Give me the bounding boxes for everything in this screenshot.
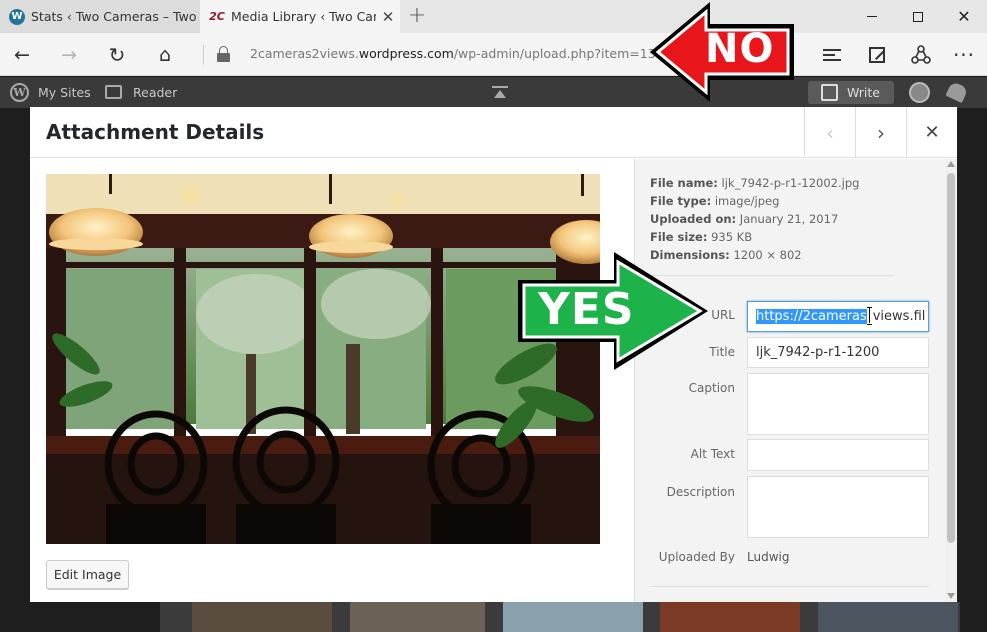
- address-toolbar: ← → ↻ ⌂ 2cameras2views.wordpress.com/wp-…: [0, 33, 987, 76]
- maximize-button[interactable]: [895, 0, 941, 33]
- url-remaining-text: views.fil: [872, 309, 926, 324]
- description-field[interactable]: [747, 476, 929, 538]
- edit-image-button[interactable]: Edit Image: [46, 560, 129, 589]
- address-divider: [203, 45, 204, 65]
- modal-title: Attachment Details: [46, 120, 265, 144]
- media-thumbnail[interactable]: [350, 602, 485, 632]
- media-thumbnail[interactable]: [818, 602, 958, 632]
- write-label: Write: [847, 85, 881, 100]
- no-callout-arrow: NO: [648, 0, 798, 104]
- alt-text-field[interactable]: [747, 439, 929, 471]
- lock-icon[interactable]: [217, 46, 230, 62]
- forward-button[interactable]: →: [52, 39, 86, 71]
- home-icon: ⌂: [158, 44, 172, 66]
- reader-icon[interactable]: [105, 85, 122, 99]
- media-thumbnail[interactable]: [503, 602, 643, 632]
- url-field[interactable]: https://2cameras views.fil: [747, 301, 929, 332]
- refresh-icon: ↻: [108, 43, 126, 67]
- address-url[interactable]: 2cameras2views.wordpress.com/wp-admin/up…: [250, 46, 672, 61]
- home-button[interactable]: ⌂: [148, 39, 182, 71]
- modal-header: Attachment Details ‹ › ✕: [30, 107, 957, 158]
- no-callout-text: NO: [705, 26, 775, 72]
- media-thumbnail[interactable]: [660, 602, 800, 632]
- alt-text-label: Alt Text: [690, 447, 735, 461]
- caption-field[interactable]: [747, 373, 929, 435]
- meta-file-size: File size: 935 KB: [650, 230, 753, 244]
- tab-close-icon[interactable]: ✕: [376, 8, 400, 26]
- more-icon: ···: [952, 43, 976, 67]
- tab-media-library[interactable]: 2C Media Library ‹ Two Cameras – Two Vie…: [200, 0, 400, 33]
- my-sites-link[interactable]: My Sites: [38, 85, 91, 100]
- notifications-icon[interactable]: [945, 80, 969, 104]
- back-arrow-icon: ←: [14, 44, 30, 66]
- yes-callout-text: YES: [538, 284, 635, 335]
- new-tab-button[interactable]: +: [404, 4, 430, 30]
- attachment-details-modal: Attachment Details ‹ › ✕ Edit Image File…: [30, 107, 957, 602]
- image-preview-area: Edit Image: [30, 159, 634, 602]
- wp-admin-bar: W My Sites Reader Write: [0, 77, 987, 108]
- caption-label: Caption: [688, 381, 735, 395]
- pencil-icon: [821, 84, 838, 101]
- scrollbar-thumb[interactable]: [947, 173, 955, 543]
- share-icon: [911, 45, 931, 64]
- details-scrollbar[interactable]: [945, 159, 957, 602]
- refresh-button[interactable]: ↻: [100, 39, 134, 71]
- tab-strip: W Stats ‹ Two Cameras – Two Views 2C Med…: [0, 0, 987, 33]
- scroll-up-icon[interactable]: [947, 161, 955, 167]
- forward-arrow-icon: →: [61, 44, 77, 66]
- uploaded-by-value: Ludwig: [747, 550, 790, 564]
- yes-callout-arrow: YES: [518, 250, 710, 372]
- tab-stats[interactable]: W Stats ‹ Two Cameras – Two Views: [0, 0, 200, 33]
- url-prefix: 2cameras2views.: [250, 46, 359, 61]
- avatar[interactable]: [909, 82, 930, 103]
- hub-icon: [823, 49, 841, 61]
- share-button[interactable]: [906, 41, 936, 69]
- more-button[interactable]: ···: [949, 41, 979, 69]
- maximize-icon: [913, 11, 923, 22]
- meta-file-type: File type: image/jpeg: [650, 194, 780, 208]
- description-label: Description: [666, 485, 735, 499]
- text-cursor-icon: [866, 307, 873, 325]
- attachment-info-panel: File name: ljk_7942-p-r1-12002.jpg File …: [634, 159, 957, 602]
- scroll-down-icon[interactable]: [947, 593, 955, 599]
- uploaded-by-label: Uploaded By: [658, 550, 735, 564]
- url-selected-text: https://2cameras: [756, 309, 867, 324]
- meta-uploaded-on: Uploaded on: January 21, 2017: [650, 212, 839, 226]
- scroll-to-top-icon[interactable]: [492, 86, 508, 100]
- media-thumbnail[interactable]: [192, 602, 332, 632]
- write-button[interactable]: Write: [808, 81, 894, 104]
- next-button[interactable]: ›: [855, 107, 906, 158]
- minimize-icon: [867, 16, 877, 17]
- reader-link[interactable]: Reader: [133, 85, 177, 100]
- minimize-button[interactable]: [849, 0, 895, 33]
- tab-title: Stats ‹ Two Cameras – Two Views: [31, 9, 200, 24]
- web-note-icon: [869, 47, 885, 63]
- close-modal-button[interactable]: ✕: [906, 107, 957, 158]
- site-favicon-icon: 2C: [209, 10, 225, 23]
- wordpress-favicon-icon: W: [9, 8, 25, 25]
- previous-button[interactable]: ‹: [804, 107, 855, 158]
- meta-file-name: File name: ljk_7942-p-r1-12002.jpg: [650, 176, 860, 190]
- attachment-image: [46, 174, 600, 544]
- back-button[interactable]: ←: [5, 39, 39, 71]
- url-host: wordpress.com: [358, 46, 454, 61]
- title-field[interactable]: ljk_7942-p-r1-1200: [747, 337, 929, 368]
- web-note-button[interactable]: [862, 41, 892, 69]
- window-close-button[interactable]: ✕: [941, 0, 987, 33]
- hub-button[interactable]: [817, 41, 847, 69]
- url-path: /wp-admin/upload.php?item=1315: [453, 46, 672, 61]
- tab-title: Media Library ‹ Two Cameras – Two Views: [231, 9, 376, 24]
- divider: [650, 586, 929, 587]
- wordpress-logo-icon[interactable]: W: [10, 83, 29, 102]
